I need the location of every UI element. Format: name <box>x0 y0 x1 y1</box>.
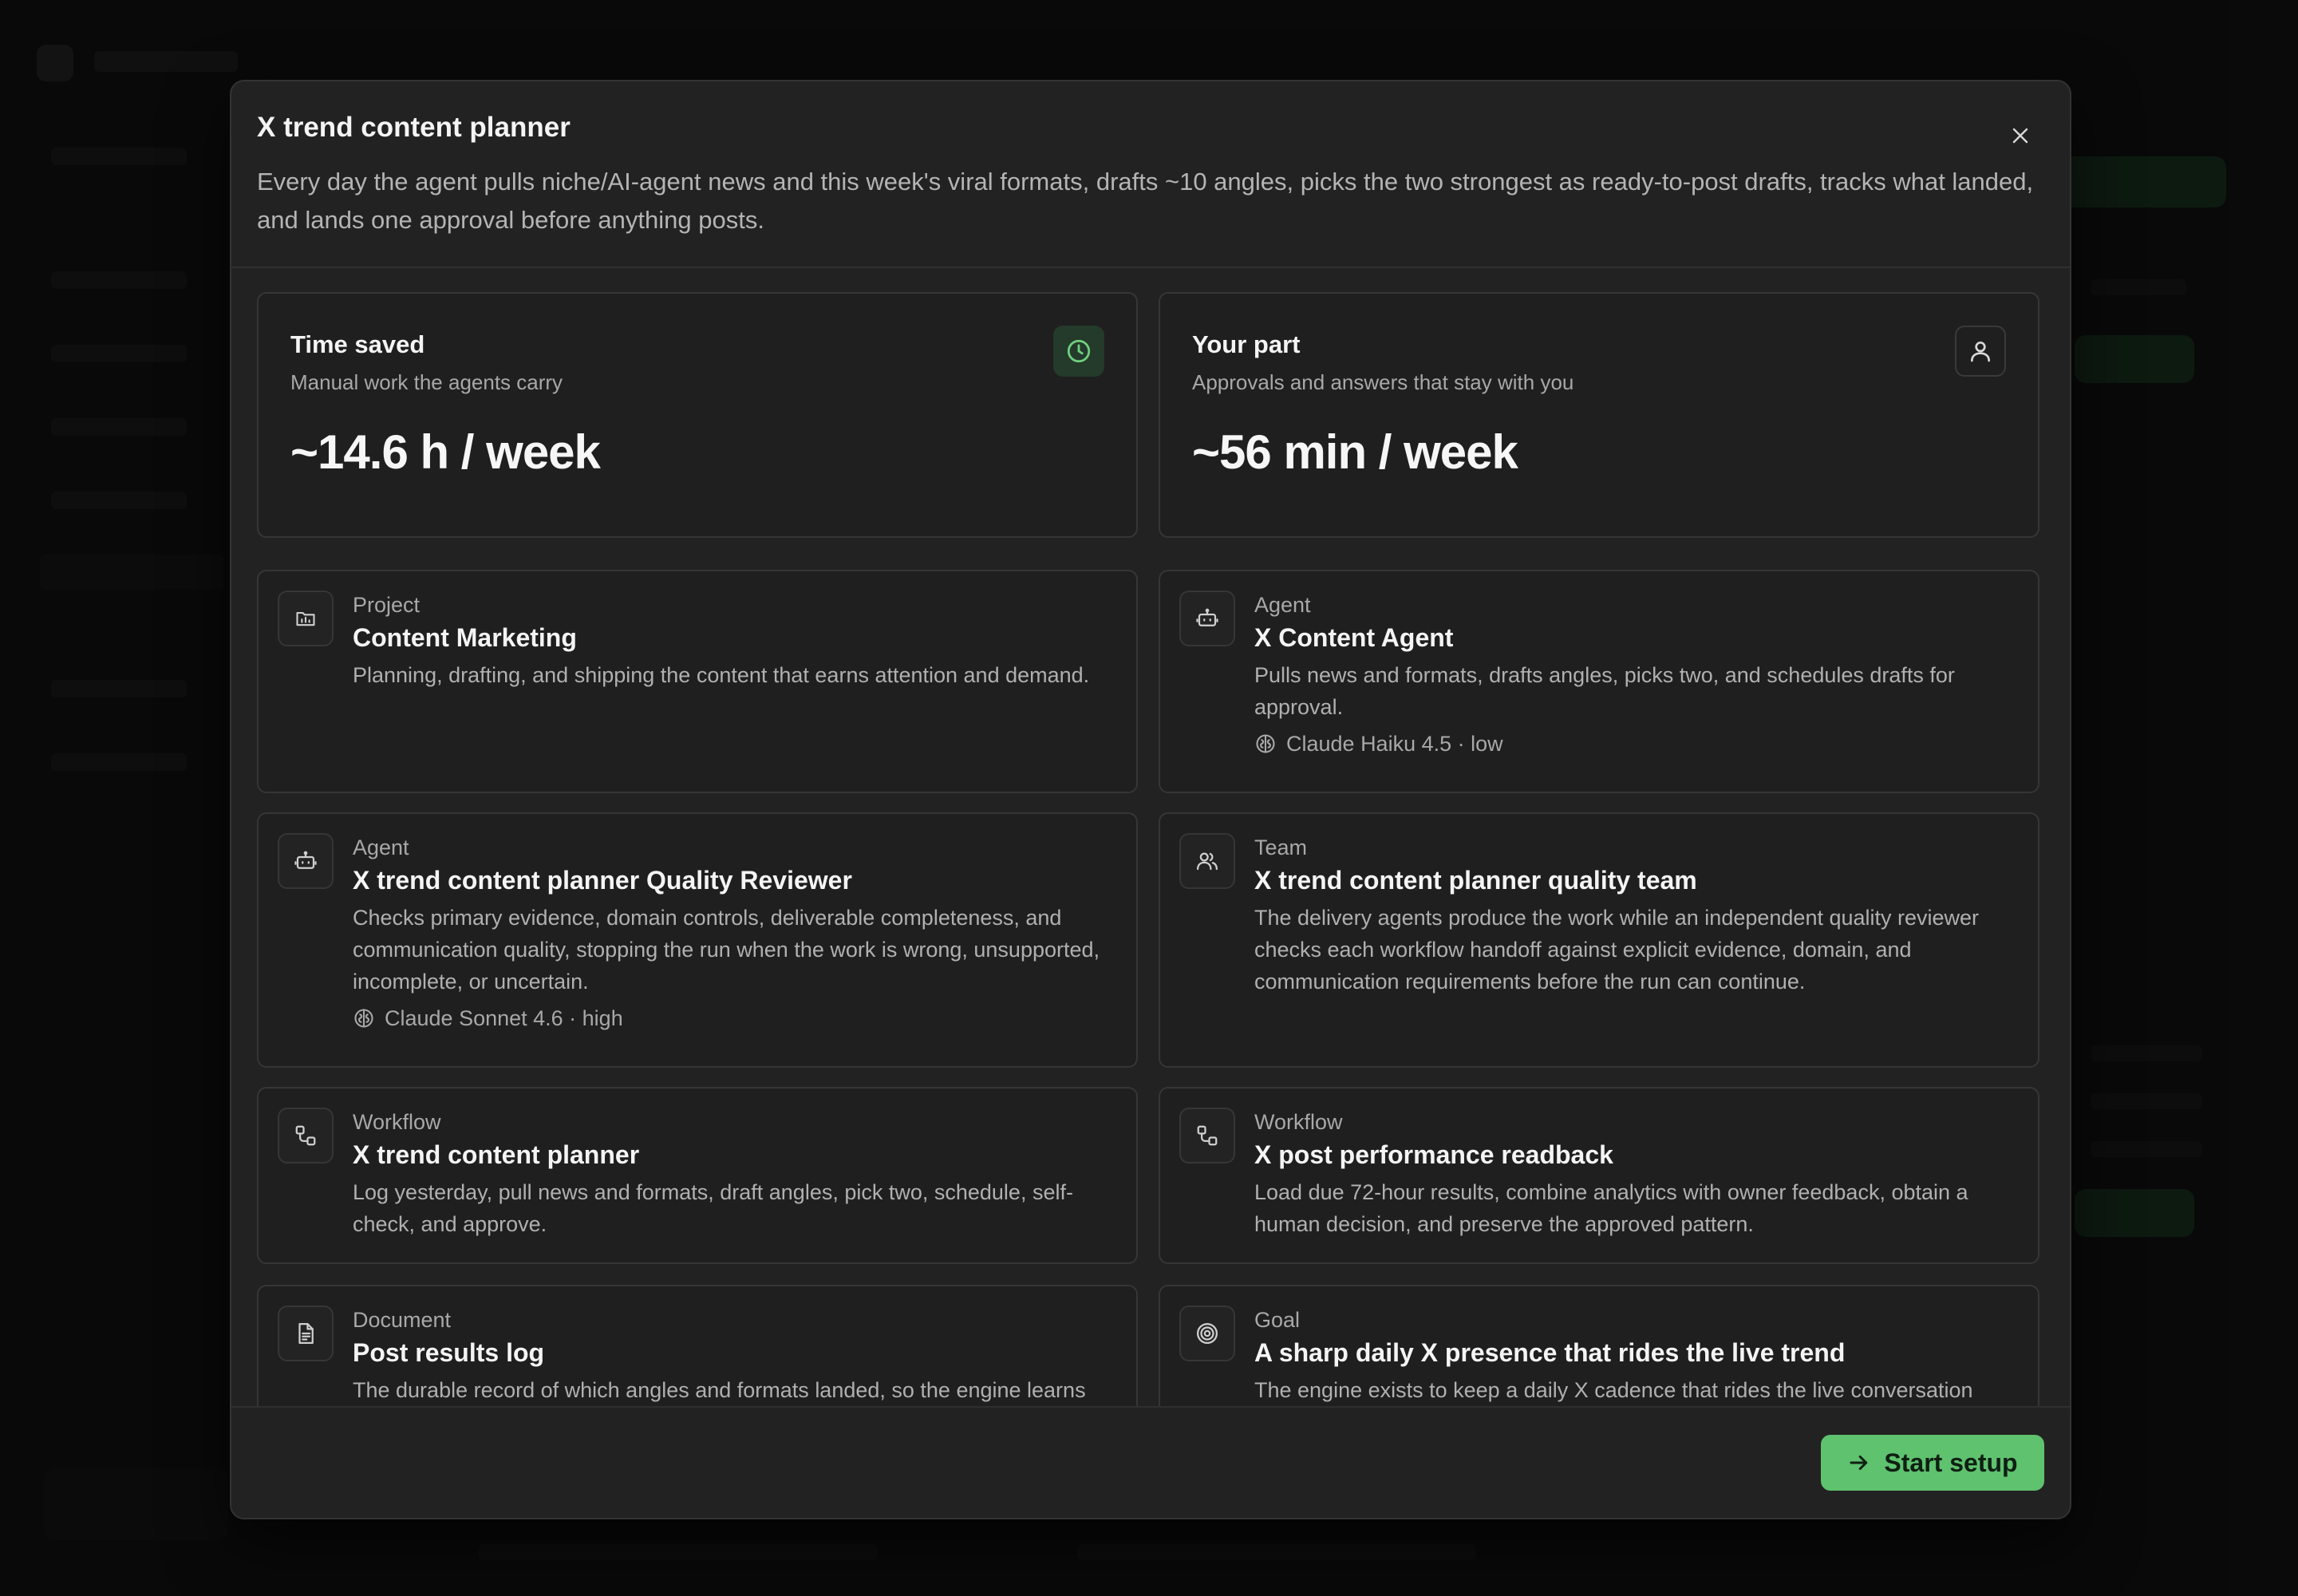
brain-icon <box>1256 734 1275 753</box>
item-icon-box <box>1179 1108 1235 1163</box>
folder-chart-icon <box>296 611 315 626</box>
item-text: Workflow X post performance readback Loa… <box>1254 1108 2019 1240</box>
workflow-icon <box>295 1125 316 1146</box>
item-icon-box <box>1179 1306 1235 1361</box>
item-text: Project Content Marketing Planning, draf… <box>353 591 1117 691</box>
metric-title: Time saved <box>290 330 425 358</box>
item-description: Pulls news and formats, drafts angles, p… <box>1254 663 1955 719</box>
metric-icon-box <box>1955 326 2006 377</box>
item-title: X trend content planner quality team <box>1254 866 1697 895</box>
item-title: X trend content planner <box>353 1140 640 1169</box>
target-icon <box>1197 1323 1218 1344</box>
close-icon <box>2012 128 2028 144</box>
dialog-description: Every day the agent pulls niche/AI-agent… <box>257 168 2034 234</box>
item-text: Team X trend content planner quality tea… <box>1254 833 2019 998</box>
item-text: Workflow X trend content planner Log yes… <box>353 1108 1117 1240</box>
clock-icon <box>1067 339 1091 363</box>
item-type: Team <box>1254 836 1308 859</box>
model-label: Claude Sonnet 4.6 · high <box>385 1006 623 1030</box>
item-text: Agent X Content Agent Pulls news and for… <box>1254 591 2019 760</box>
item-card-team[interactable]: Team X trend content planner quality tea… <box>1159 812 2039 1068</box>
arrow-right-icon <box>1850 1456 1868 1470</box>
model-label: Claude Haiku 4.5 · low <box>1286 732 1503 756</box>
metric-icon-box <box>1053 326 1104 377</box>
metric-value: ~56 min / week <box>1192 425 1518 479</box>
item-text: Agent X trend content planner Quality Re… <box>353 833 1117 1034</box>
item-title: X Content Agent <box>1254 623 1454 652</box>
model-badge: Claude Sonnet 4.6 · high <box>353 1002 1117 1034</box>
item-title: A sharp daily X presence that rides the … <box>1254 1338 1846 1367</box>
item-type: Goal <box>1254 1308 1301 1332</box>
item-card-workflow[interactable]: Workflow X trend content planner Log yes… <box>257 1087 1138 1264</box>
dialog-body[interactable]: Time saved Manual work the agents carry … <box>231 267 2070 1484</box>
metric-subtitle: Manual work the agents carry <box>290 370 563 394</box>
item-icon-box <box>278 591 334 646</box>
metric-title: Your part <box>1192 330 1301 358</box>
metric-card-your-part: Your part Approvals and answers that sta… <box>1159 292 2039 538</box>
metric-value: ~14.6 h / week <box>290 425 601 479</box>
item-type: Project <box>353 593 421 617</box>
template-preview-dialog: X trend content planner Every day the ag… <box>230 80 2071 1519</box>
item-text: Document Post results log The durable re… <box>353 1306 1117 1406</box>
item-icon-box <box>278 1108 334 1163</box>
item-description: Checks primary evidence, domain controls… <box>353 906 1100 994</box>
item-title: X post performance readback <box>1254 1140 1613 1169</box>
item-icon-box <box>1179 833 1235 889</box>
dialog-header: X trend content planner Every day the ag… <box>231 81 2070 268</box>
item-description: Log yesterday, pull news and formats, dr… <box>353 1180 1073 1236</box>
users-icon <box>1197 852 1218 871</box>
user-icon <box>1971 342 1990 362</box>
brain-icon <box>354 1009 373 1028</box>
metric-subtitle: Approvals and answers that stay with you <box>1192 370 1574 394</box>
metric-card-time-saved: Time saved Manual work the agents carry … <box>257 292 1138 538</box>
dialog-title: X trend content planner <box>257 112 571 143</box>
bot-icon <box>1196 608 1218 626</box>
item-title: Post results log <box>353 1338 545 1367</box>
item-text: Goal A sharp daily X presence that rides… <box>1254 1306 2019 1406</box>
start-setup-button[interactable]: Start setup <box>1821 1435 2044 1491</box>
item-type: Workflow <box>353 1110 441 1134</box>
item-card-agent[interactable]: Agent X trend content planner Quality Re… <box>257 812 1138 1068</box>
item-type: Document <box>353 1308 452 1332</box>
item-description: Planning, drafting, and shipping the con… <box>353 663 1090 687</box>
start-setup-label: Start setup <box>1884 1448 2018 1477</box>
close-button[interactable] <box>2003 118 2038 153</box>
item-card-project[interactable]: Project Content Marketing Planning, draf… <box>257 570 1138 793</box>
dialog-footer: Start setup <box>231 1406 2070 1518</box>
item-type: Workflow <box>1254 1110 1343 1134</box>
item-description: The durable record of which angles and f… <box>353 1378 1086 1402</box>
document-icon <box>298 1323 314 1344</box>
item-type: Agent <box>353 836 409 859</box>
item-title: X trend content planner Quality Reviewer <box>353 866 852 895</box>
item-description: The engine exists to keep a daily X cade… <box>1254 1378 1973 1402</box>
item-icon-box <box>278 833 334 889</box>
item-description: The delivery agents produce the work whi… <box>1254 906 1980 994</box>
bot-icon <box>294 851 317 869</box>
item-card-workflow[interactable]: Workflow X post performance readback Loa… <box>1159 1087 2039 1264</box>
item-card-agent[interactable]: Agent X Content Agent Pulls news and for… <box>1159 570 2039 793</box>
item-icon-box <box>278 1306 334 1361</box>
item-description: Load due 72-hour results, combine analyt… <box>1254 1180 1968 1236</box>
workflow-icon <box>1197 1125 1218 1146</box>
model-badge: Claude Haiku 4.5 · low <box>1254 728 2019 760</box>
item-type: Agent <box>1254 593 1311 617</box>
item-icon-box <box>1179 591 1235 646</box>
item-title: Content Marketing <box>353 623 577 652</box>
